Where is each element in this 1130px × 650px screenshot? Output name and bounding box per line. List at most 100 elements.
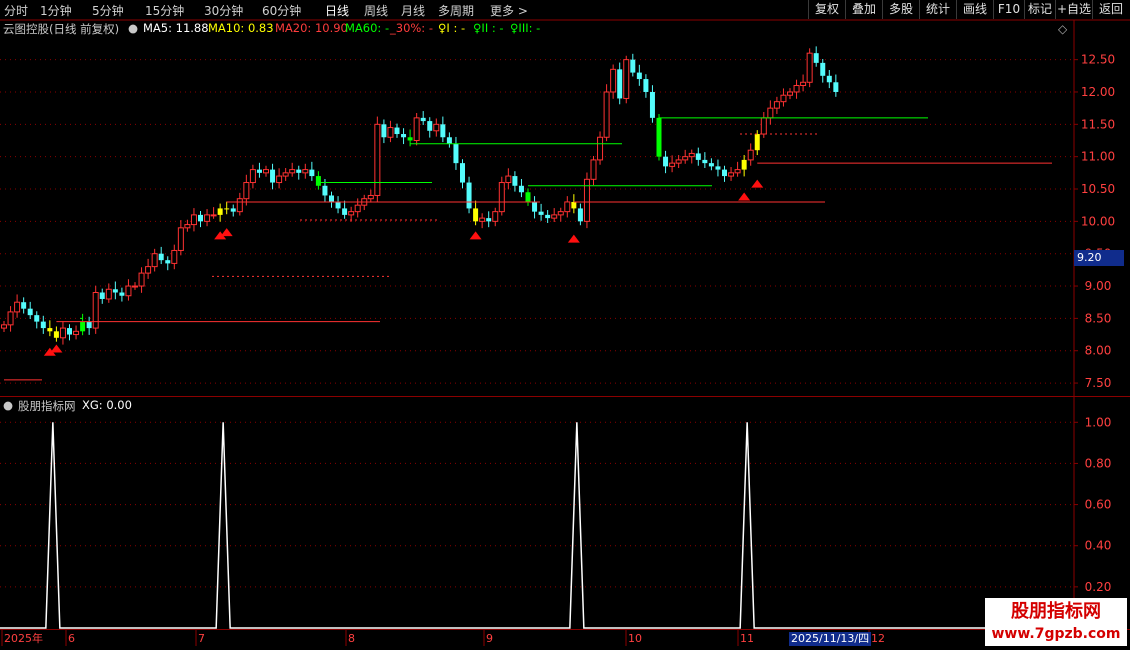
date-label: 7 — [198, 632, 205, 645]
candle-body — [649, 91, 655, 118]
candle-body — [381, 124, 387, 138]
candle-body — [754, 134, 760, 151]
buy-signal-marker — [738, 192, 751, 201]
candle-body — [623, 59, 630, 99]
candle-body — [728, 172, 735, 177]
date-label: 8 — [348, 632, 355, 645]
date-label: 11 — [740, 632, 754, 645]
candle-body — [617, 69, 623, 99]
candle-body — [564, 201, 571, 213]
candle-body — [59, 327, 66, 339]
xg-signal-line — [0, 422, 1073, 629]
buy-signal-marker — [220, 228, 233, 237]
grid — [0, 19, 1130, 630]
indicator-tick-label: 1.00 — [1085, 415, 1112, 429]
candle-body — [688, 152, 695, 158]
candle-body — [433, 123, 440, 132]
indicator-tick-label: 0.40 — [1085, 539, 1112, 553]
candle-body — [236, 198, 243, 213]
candle-body — [466, 182, 472, 209]
candle-body — [105, 288, 112, 300]
candle-body — [21, 302, 27, 309]
candle-body — [767, 107, 774, 119]
candle-body — [656, 117, 662, 157]
indicator-tick-label: 0.20 — [1085, 580, 1112, 594]
price-tick-label: 8.00 — [1085, 344, 1112, 358]
date-axis: 2025年 6 7 8 9 10 11 12 — [1, 630, 885, 646]
indicator-panel: 0.20 0.40 0.60 0.80 1.00 — [0, 415, 1112, 629]
candle-body — [99, 292, 105, 299]
candle-body — [158, 253, 164, 261]
candle-body — [204, 214, 211, 222]
candle-body — [217, 208, 223, 215]
candle-body — [184, 224, 191, 229]
candle-body — [734, 169, 741, 174]
brand-watermark: 股朋指标网 www.7gpzb.com — [985, 598, 1127, 646]
candle-body — [374, 123, 381, 196]
candle-body — [125, 285, 132, 297]
candle-body — [224, 208, 230, 210]
chart-canvas: 7.508.008.509.009.5010.0010.5011.0011.50… — [0, 19, 1130, 646]
date-label: 10 — [628, 632, 642, 645]
current-price-box: 9.20 — [1074, 250, 1124, 266]
candle-body — [715, 166, 721, 170]
candle-body — [263, 169, 269, 174]
candle-body — [80, 321, 86, 332]
candle-body — [505, 175, 512, 184]
candle-body — [610, 68, 617, 93]
candle-body — [747, 149, 754, 161]
candle-body — [446, 137, 452, 144]
candle-body — [53, 331, 59, 338]
candle-body — [760, 117, 767, 135]
candles — [1, 46, 839, 345]
indicator-tick-label: 0.60 — [1085, 498, 1112, 512]
candle-body — [440, 124, 446, 138]
candle-body — [329, 195, 334, 202]
candle-body — [682, 156, 689, 161]
candle-body — [112, 289, 118, 293]
candle-body — [92, 292, 99, 329]
candle-body — [695, 153, 701, 160]
candle-body — [722, 169, 727, 177]
candle-body — [315, 176, 321, 186]
candle-body — [171, 249, 178, 264]
candle-body — [73, 330, 80, 336]
candle-body — [427, 121, 433, 131]
candle-body — [545, 214, 551, 219]
candle-body — [40, 321, 46, 329]
candle-body — [348, 211, 355, 216]
candle-body — [460, 163, 465, 183]
candle-body — [577, 208, 583, 222]
price-axis: 7.508.008.509.009.5010.0010.5011.0011.50… — [1074, 53, 1115, 390]
candle-body — [407, 137, 413, 141]
buy-signal-marker — [567, 234, 580, 243]
candle-body — [289, 169, 296, 174]
price-tick-label: 11.50 — [1081, 117, 1115, 131]
candle-body — [675, 159, 682, 164]
price-tick-label: 11.00 — [1081, 150, 1115, 164]
candle-body — [741, 159, 747, 170]
candle-body — [270, 169, 276, 183]
price-tick-label: 12.50 — [1081, 53, 1115, 67]
candle-body — [243, 182, 250, 200]
date-label: 12 — [871, 632, 885, 645]
candle-body — [826, 75, 832, 83]
candle-body — [7, 311, 14, 326]
candle-body — [322, 185, 328, 196]
signal-markers — [43, 179, 764, 356]
candle-body — [413, 117, 420, 141]
candle-body — [309, 169, 315, 177]
candle-body — [165, 260, 171, 264]
candle-body — [145, 266, 152, 274]
candle-body — [177, 227, 184, 251]
candle-body — [806, 52, 813, 83]
candle-body — [210, 214, 217, 217]
candle-body — [780, 94, 787, 103]
candle-body — [557, 211, 564, 216]
buy-signal-marker — [469, 231, 482, 240]
candle-body — [498, 182, 505, 213]
candle-body — [282, 172, 289, 177]
candle-body — [820, 62, 826, 76]
buy-signal-marker — [50, 344, 63, 353]
candle-body — [190, 214, 197, 226]
